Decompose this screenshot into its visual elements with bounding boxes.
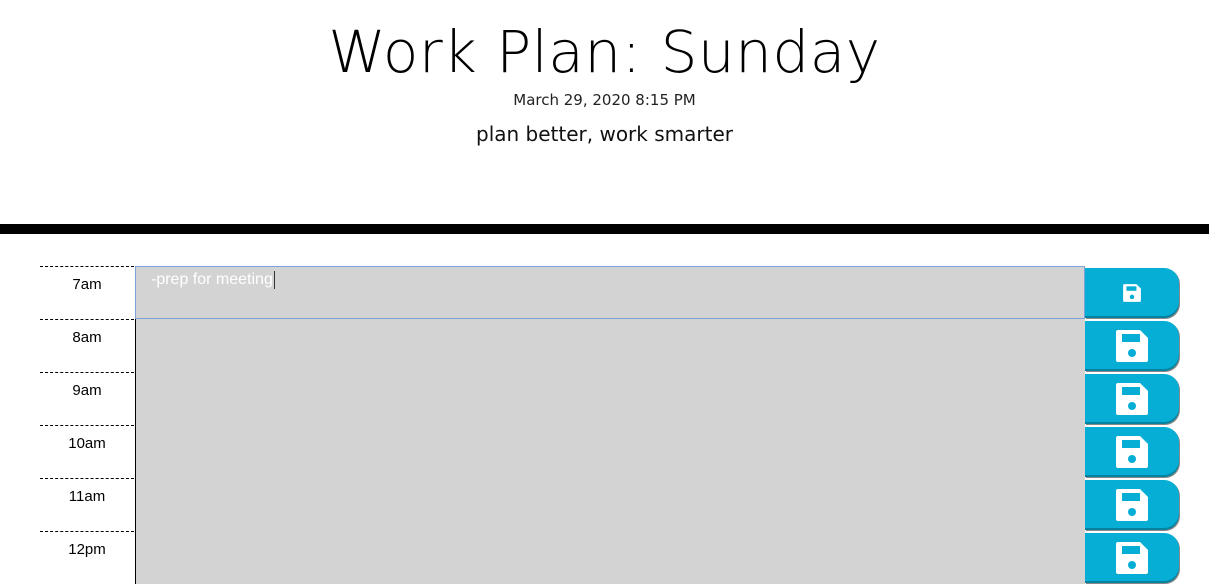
description-textarea[interactable] [135,319,1085,372]
save-button[interactable] [1085,480,1179,530]
floppy-disk-icon [1116,436,1148,468]
floppy-disk-icon [1116,542,1148,574]
save-button[interactable] [1085,268,1179,318]
header: Work Plan: Sunday March 29, 2020 8:15 PM… [0,0,1209,224]
save-button[interactable] [1085,427,1179,477]
floppy-disk-icon [1116,383,1148,415]
description-textarea[interactable] [135,531,1085,584]
description-textarea[interactable] [135,425,1085,478]
current-date: March 29, 2020 8:15 PM [513,91,696,109]
hour-label: 7am [40,266,134,319]
save-button[interactable] [1085,533,1179,583]
description-text: -prep for meeting [151,271,273,288]
text-caret [273,270,275,289]
floppy-disk-icon [1123,284,1141,302]
floppy-disk-icon [1116,330,1148,362]
time-block-row: 7am -prep for meeting [40,266,1180,319]
time-block-row: 10am [40,425,1180,478]
page-title: Work Plan: Sunday [328,18,881,86]
save-button[interactable] [1085,321,1179,371]
save-button[interactable] [1085,374,1179,424]
description-textarea[interactable] [135,478,1085,531]
time-block-row: 12pm [40,531,1180,584]
header-divider [0,224,1209,234]
time-block-row: 8am [40,319,1180,372]
hour-label: 11am [40,478,134,531]
hour-label: 8am [40,319,134,372]
description-textarea[interactable]: -prep for meeting [135,266,1085,319]
tagline: plan better, work smarter [476,122,733,146]
description-textarea[interactable] [135,372,1085,425]
hour-label: 9am [40,372,134,425]
planner: 7am -prep for meeting 8am 9am 10am 11am … [40,266,1180,584]
time-block-row: 9am [40,372,1180,425]
hour-label: 12pm [40,531,134,584]
time-block-row: 11am [40,478,1180,531]
hour-label: 10am [40,425,134,478]
floppy-disk-icon [1116,489,1148,521]
